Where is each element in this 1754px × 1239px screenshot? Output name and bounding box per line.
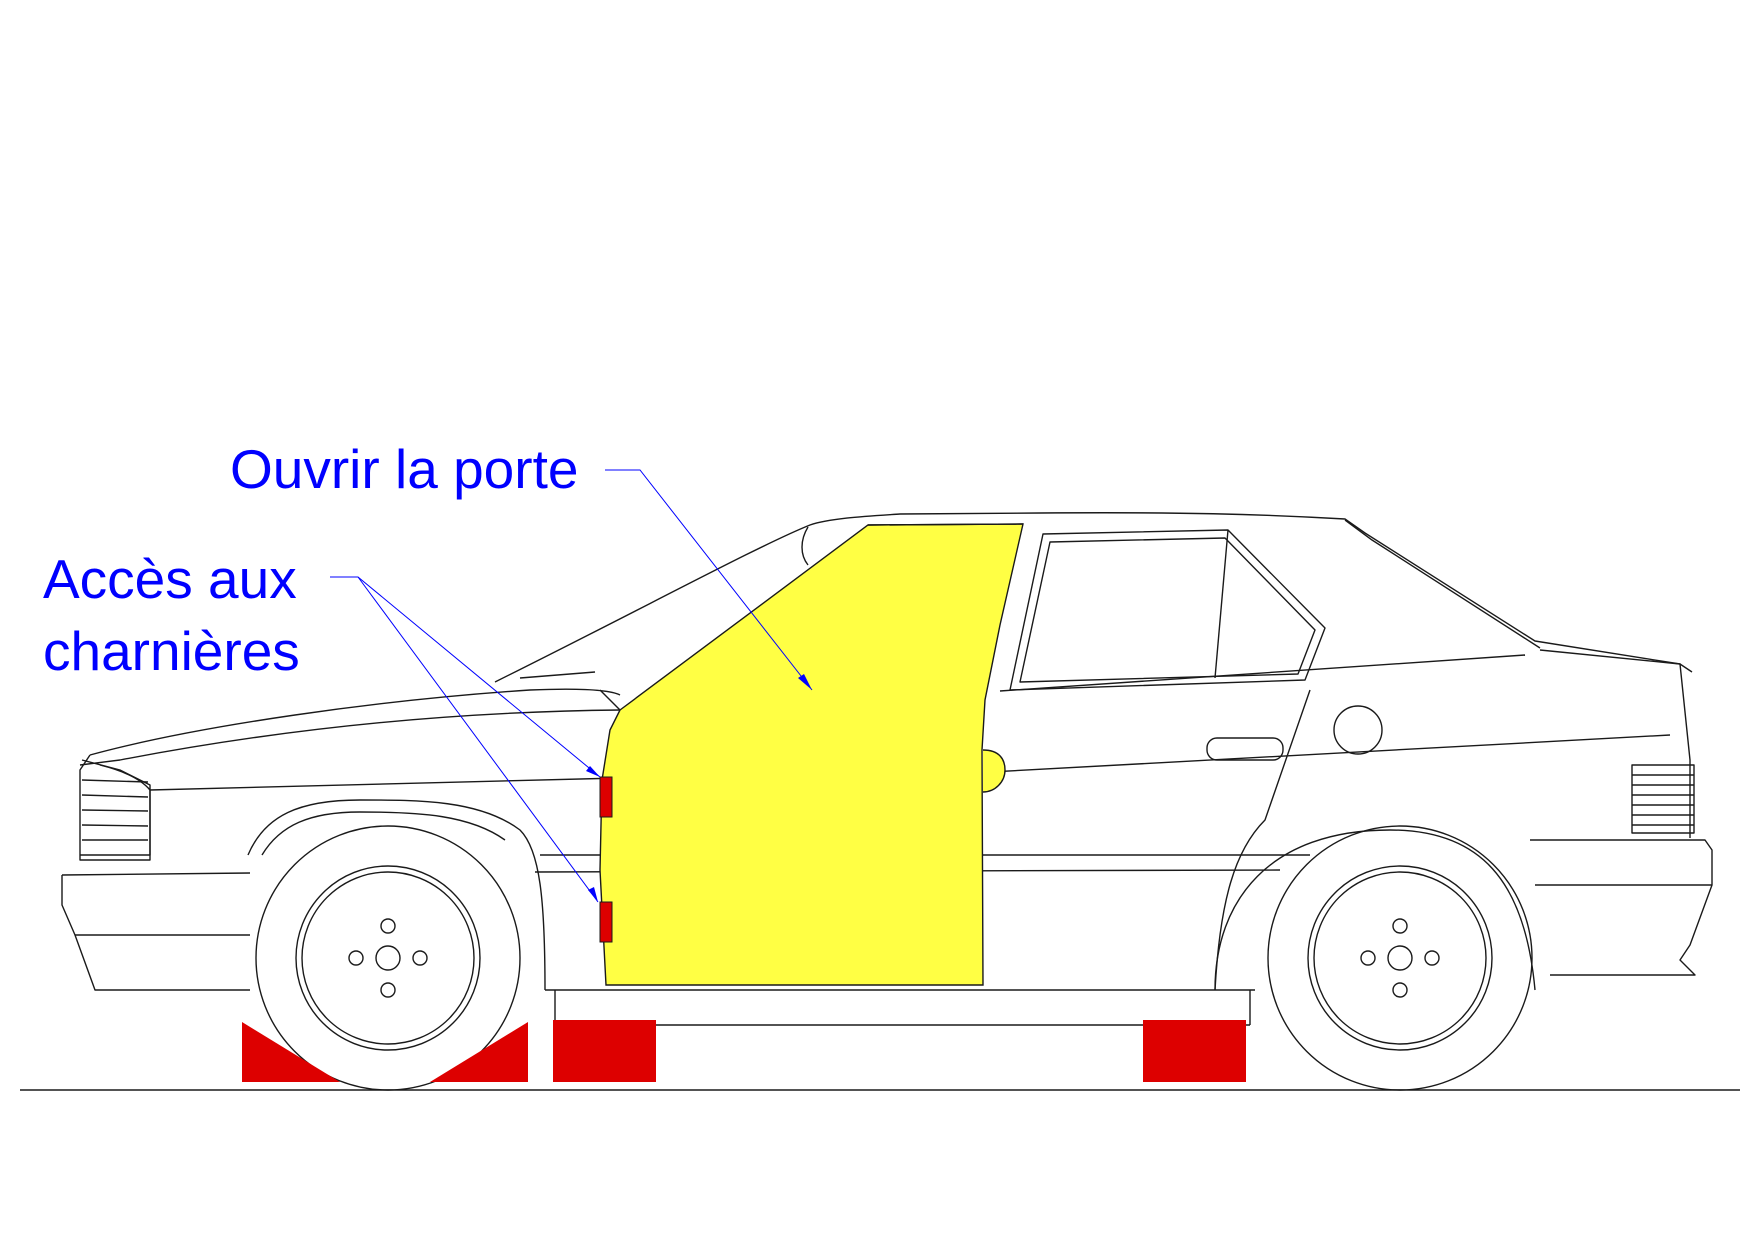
support-block-front: [553, 1020, 656, 1082]
car-door-diagram: Ouvrir la porte Accès aux charnières: [0, 0, 1754, 1239]
hinge-access-label-line1: Accès aux: [43, 548, 297, 610]
lower-hinge: [599, 901, 613, 943]
open-door-label: Ouvrir la porte: [230, 438, 578, 500]
hinge-access-label-line2: charnières: [43, 620, 300, 682]
support-block-rear: [1143, 1020, 1246, 1082]
upper-hinge: [599, 776, 613, 818]
door-window-edge: [867, 523, 1024, 526]
